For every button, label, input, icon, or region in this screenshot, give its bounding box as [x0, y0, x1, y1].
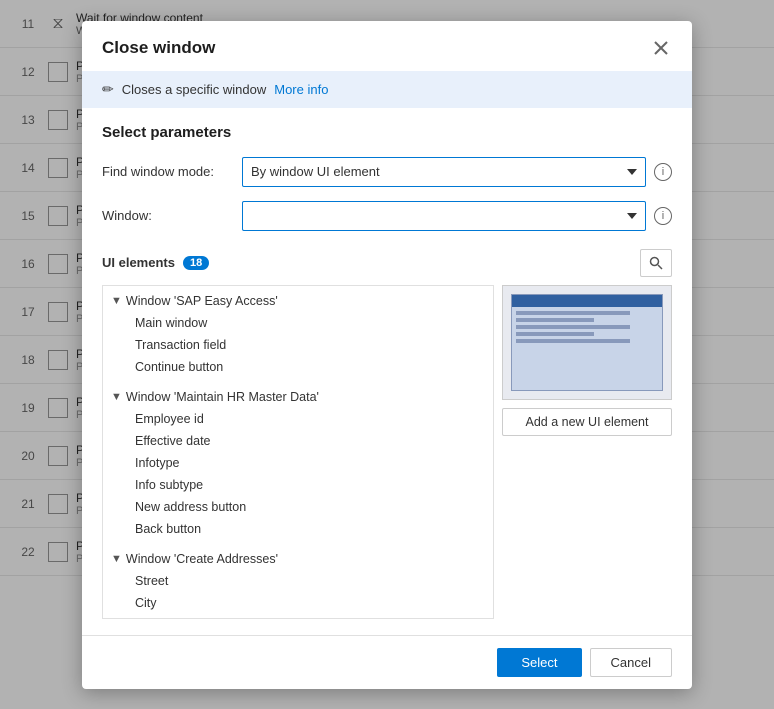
tree-item-infotype[interactable]: Infotype	[103, 452, 493, 474]
dialog-body: Select parameters Find window mode: By w…	[82, 108, 692, 635]
preview-window	[511, 294, 663, 391]
preview-row	[516, 325, 630, 329]
preview-panel: Add a new UI element	[502, 285, 672, 619]
find-window-mode-row: Find window mode: By window UI element B…	[102, 157, 672, 187]
dialog-footer: Select Cancel	[82, 635, 692, 689]
tree-item-continue-button[interactable]: Continue button	[103, 356, 493, 378]
close-icon	[654, 41, 668, 55]
tree-group-label: Window 'Maintain HR Master Data'	[126, 390, 319, 404]
more-info-link[interactable]: More info	[274, 82, 328, 97]
cancel-button[interactable]: Cancel	[590, 648, 672, 677]
chevron-down-icon: ▼	[111, 295, 122, 307]
preview-content	[512, 307, 662, 350]
tree-item-back-button[interactable]: Back button	[103, 518, 493, 540]
find-window-mode-wrapper: By window UI element By window title By …	[242, 157, 672, 187]
tree-item-street[interactable]: Street	[103, 570, 493, 592]
search-icon	[649, 256, 663, 270]
window-label: Window:	[102, 208, 242, 223]
close-window-dialog: Close window ✏ Closes a specific window …	[82, 21, 692, 689]
tree-item-transaction-field[interactable]: Transaction field	[103, 334, 493, 356]
window-info-icon[interactable]: i	[654, 207, 672, 225]
ui-elements-label: UI elements	[102, 255, 175, 270]
tree-group-header[interactable]: ▼ Window 'Create Addresses'	[103, 548, 493, 570]
ui-elements-header: UI elements 18	[102, 249, 672, 277]
preview-image	[502, 285, 672, 400]
preview-row	[516, 339, 630, 343]
select-button[interactable]: Select	[497, 648, 581, 677]
dialog-header: Close window	[82, 21, 692, 71]
tree-item-main-window[interactable]: Main window	[103, 312, 493, 334]
tree-item-employee-id[interactable]: Employee id	[103, 408, 493, 430]
info-banner-text: Closes a specific window	[122, 82, 267, 97]
tree-item-new-address-button[interactable]: New address button	[103, 496, 493, 518]
chevron-down-icon: ▼	[111, 391, 122, 403]
preview-row	[516, 311, 630, 315]
tree-group-sap-easy-access: ▼ Window 'SAP Easy Access' Main window T…	[103, 286, 493, 382]
search-button[interactable]	[640, 249, 672, 277]
close-button[interactable]	[650, 37, 672, 59]
tree-group-create-addresses: ▼ Window 'Create Addresses' Street City	[103, 544, 493, 618]
preview-titlebar	[512, 295, 662, 307]
tree-item-info-subtype[interactable]: Info subtype	[103, 474, 493, 496]
edit-icon: ✏	[102, 81, 114, 98]
ui-elements-content: ▼ Window 'SAP Easy Access' Main window T…	[102, 285, 672, 619]
find-window-mode-label: Find window mode:	[102, 164, 242, 179]
chevron-down-icon: ▼	[111, 553, 122, 565]
add-ui-element-button[interactable]: Add a new UI element	[502, 408, 672, 436]
section-title: Select parameters	[102, 124, 672, 141]
window-select[interactable]	[242, 201, 646, 231]
tree-item-effective-date[interactable]: Effective date	[103, 430, 493, 452]
preview-row	[516, 318, 594, 322]
tree-group-label: Window 'SAP Easy Access'	[126, 294, 278, 308]
preview-row	[516, 332, 594, 336]
ui-elements-tree[interactable]: ▼ Window 'SAP Easy Access' Main window T…	[102, 285, 494, 619]
find-window-mode-select[interactable]: By window UI element By window title By …	[242, 157, 646, 187]
modal-overlay: Close window ✏ Closes a specific window …	[0, 0, 774, 709]
tree-group-maintain-hr: ▼ Window 'Maintain HR Master Data' Emplo…	[103, 382, 493, 544]
info-banner: ✏ Closes a specific window More info	[82, 71, 692, 108]
tree-group-header[interactable]: ▼ Window 'SAP Easy Access'	[103, 290, 493, 312]
ui-elements-badge: 18	[183, 256, 209, 270]
find-window-mode-info-icon[interactable]: i	[654, 163, 672, 181]
dialog-title: Close window	[102, 38, 215, 58]
window-row: Window: i	[102, 201, 672, 231]
ui-elements-section: UI elements 18	[102, 249, 672, 619]
tree-group-label: Window 'Create Addresses'	[126, 552, 278, 566]
tree-group-header[interactable]: ▼ Window 'Maintain HR Master Data'	[103, 386, 493, 408]
window-control-wrapper: i	[242, 201, 672, 231]
tree-item-city[interactable]: City	[103, 592, 493, 614]
